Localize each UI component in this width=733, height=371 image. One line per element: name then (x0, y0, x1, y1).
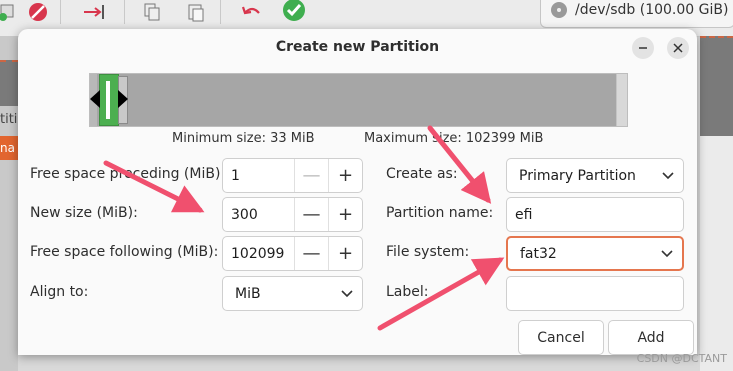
new-size-label: New size (MiB): (30, 205, 138, 221)
maximum-size-text: Maximum size: 102399 MiB (364, 131, 544, 146)
watermark-text: CSDN @DCTANT (636, 352, 727, 365)
free-space-preceding-spinner[interactable]: 1 — + (222, 158, 363, 193)
new-size-value[interactable]: 300 (223, 207, 294, 223)
free-space-following-spinner[interactable]: 102099 — + (222, 236, 363, 271)
create-as-label: Create as: (386, 166, 458, 182)
chevron-down-icon (652, 249, 682, 258)
minimum-size-text: Minimum size: 33 MiB (172, 131, 315, 146)
minimize-icon (639, 47, 647, 49)
decrement-button[interactable]: — (294, 159, 328, 192)
decrement-button[interactable]: — (294, 198, 328, 231)
label-field-label: Label: (386, 284, 429, 300)
resize-left-arrow-icon[interactable] (90, 90, 100, 108)
device-label: /dev/sdb (100.00 GiB) (575, 2, 729, 18)
background-selected-row: na (0, 136, 18, 160)
free-space-following-value[interactable]: 102099 (223, 246, 294, 262)
toolbar-separator (124, 0, 125, 24)
following-space-end (616, 74, 627, 126)
create-as-value: Primary Partition (519, 167, 636, 184)
toolbar-separator (220, 0, 221, 24)
background-selected-text: na (0, 141, 15, 155)
increment-button[interactable]: + (328, 159, 362, 192)
new-icon[interactable] (0, 0, 22, 24)
new-partition-block[interactable] (99, 74, 119, 126)
close-icon (673, 43, 683, 53)
free-space-preceding-label: Free space preceding (MiB): (30, 166, 226, 182)
background-partial-text: titi (0, 112, 18, 127)
chevron-down-icon (332, 289, 362, 298)
chevron-down-icon (653, 171, 683, 180)
minimize-button[interactable] (632, 37, 654, 59)
close-button[interactable] (667, 37, 689, 59)
create-as-dropdown[interactable]: Primary Partition (506, 158, 684, 193)
resize-right-arrow-icon[interactable] (118, 90, 128, 108)
partition-size-bar[interactable] (89, 73, 628, 127)
background-panel-right (700, 136, 733, 371)
dialog-title: Create new Partition (275, 38, 440, 55)
partition-name-label: Partition name: (386, 205, 494, 221)
undo-icon[interactable] (238, 0, 266, 24)
background-partition-graphic-right (700, 36, 733, 138)
increment-button[interactable]: + (328, 237, 362, 270)
file-system-value: fat32 (520, 245, 557, 262)
apply-icon[interactable] (280, 0, 308, 24)
new-size-spinner[interactable]: 300 — + (222, 197, 363, 232)
free-space-preceding-value[interactable]: 1 (223, 168, 294, 184)
add-button[interactable]: Add (608, 320, 694, 355)
dialog-titlebar: Create new Partition (18, 29, 697, 64)
device-selector[interactable]: /dev/sdb (100.00 GiB) (540, 0, 733, 28)
label-input[interactable] (506, 276, 684, 311)
background-partition-graphic (0, 60, 18, 106)
create-partition-dialog: Create new Partition Minimum size: 33 Mi… (18, 29, 697, 355)
toolbar-separator (60, 0, 61, 24)
decrement-button[interactable]: — (294, 237, 328, 270)
disk-icon (551, 2, 567, 18)
align-to-dropdown[interactable]: MiB (222, 276, 363, 311)
align-to-value: MiB (235, 285, 261, 302)
partition-block-highlight (106, 81, 110, 119)
partition-name-input[interactable]: efi (506, 197, 684, 232)
delete-icon[interactable] (24, 0, 52, 24)
resize-move-icon[interactable] (80, 0, 108, 24)
copy-icon[interactable] (138, 0, 166, 24)
paste-icon[interactable] (182, 0, 210, 24)
file-system-dropdown[interactable]: fat32 (506, 236, 684, 271)
align-to-label: Align to: (30, 284, 89, 300)
file-system-label: File system: (386, 244, 470, 260)
partition-name-value: efi (515, 206, 533, 223)
free-space-following-label: Free space following (MiB): (30, 244, 219, 260)
increment-button[interactable]: + (328, 198, 362, 231)
cancel-button[interactable]: Cancel (518, 320, 604, 355)
